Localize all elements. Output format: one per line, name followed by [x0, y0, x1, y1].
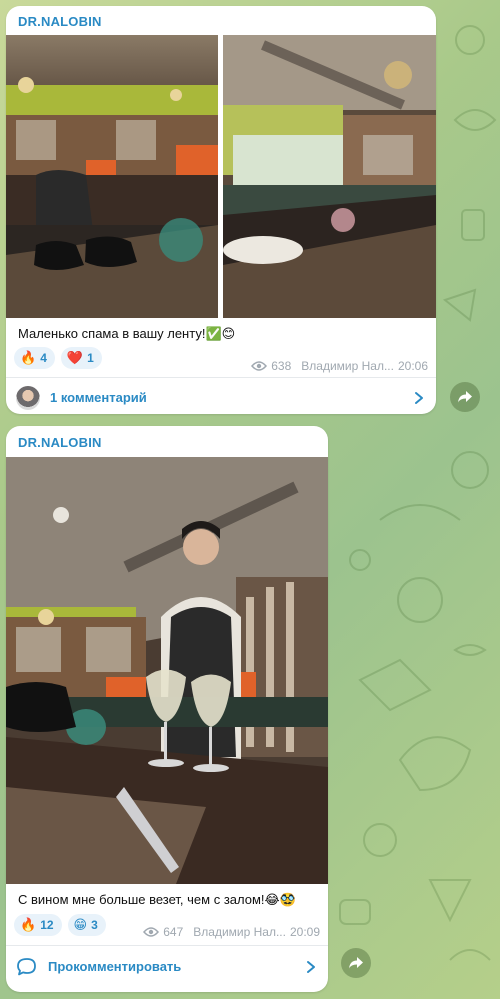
commenter-avatar — [16, 385, 40, 410]
eye-icon — [143, 927, 160, 937]
channel-name[interactable]: DR.NALOBIN — [18, 14, 102, 29]
post-meta: 638 Владимир Нал... 20:06 — [251, 359, 428, 373]
restaurant-photo-image — [6, 35, 218, 318]
post-caption: Маленько спама в вашу ленту!✅😊 — [18, 326, 236, 341]
reactions-bar: 🔥 12 😁 3 — [14, 914, 106, 936]
channel-name[interactable]: DR.NALOBIN — [18, 435, 102, 450]
share-arrow-icon — [458, 391, 472, 403]
post-meta: 647 Владимир Нал... 20:09 — [143, 925, 320, 939]
chevron-right-icon — [307, 960, 315, 973]
fire-emoji: 🔥 — [20, 350, 37, 365]
comments-label: 1 комментарий — [50, 390, 147, 405]
post-time: 20:06 — [397, 359, 428, 373]
channel-post: DR.NALOBIN — [6, 426, 328, 992]
reaction-fire[interactable]: 🔥 4 — [14, 347, 55, 369]
post-author: Владимир Нал... — [301, 359, 394, 373]
reaction-heart[interactable]: ❤️ 1 — [60, 347, 102, 369]
reaction-count: 3 — [91, 918, 98, 932]
post-photo[interactable] — [6, 35, 218, 318]
forward-button[interactable] — [450, 382, 480, 412]
restaurant-photo-image — [6, 457, 328, 884]
reaction-count: 12 — [40, 918, 54, 932]
grin-emoji: 😁 — [73, 917, 88, 932]
comment-bubble-icon — [17, 957, 36, 975]
post-author: Владимир Нал... — [193, 925, 286, 939]
post-time: 20:09 — [289, 925, 320, 939]
restaurant-photo-image — [223, 35, 436, 318]
comment-button[interactable]: Прокомментировать — [6, 945, 328, 987]
comments-button[interactable]: 1 комментарий — [6, 377, 436, 414]
heart-emoji: ❤️ — [66, 350, 84, 365]
reaction-grin[interactable]: 😁 3 — [67, 914, 106, 936]
comments-label: Прокомментировать — [48, 959, 182, 974]
reaction-fire[interactable]: 🔥 12 — [14, 914, 62, 936]
share-arrow-icon — [349, 957, 363, 969]
view-count: 647 — [163, 925, 184, 939]
eye-icon — [251, 361, 268, 371]
post-photo[interactable] — [223, 35, 436, 318]
chevron-right-icon — [415, 391, 423, 404]
reaction-count: 1 — [87, 351, 94, 365]
post-caption: С вином мне больше везет, чем с залом!😂🥸 — [18, 892, 296, 907]
reactions-bar: 🔥 4 ❤️ 1 — [14, 347, 102, 369]
fire-emoji: 🔥 — [20, 917, 37, 932]
view-count: 638 — [271, 359, 292, 373]
forward-button[interactable] — [341, 948, 371, 978]
reaction-count: 4 — [40, 351, 47, 365]
channel-post: DR.NALOBIN — [6, 6, 436, 414]
post-photo[interactable] — [6, 457, 328, 884]
